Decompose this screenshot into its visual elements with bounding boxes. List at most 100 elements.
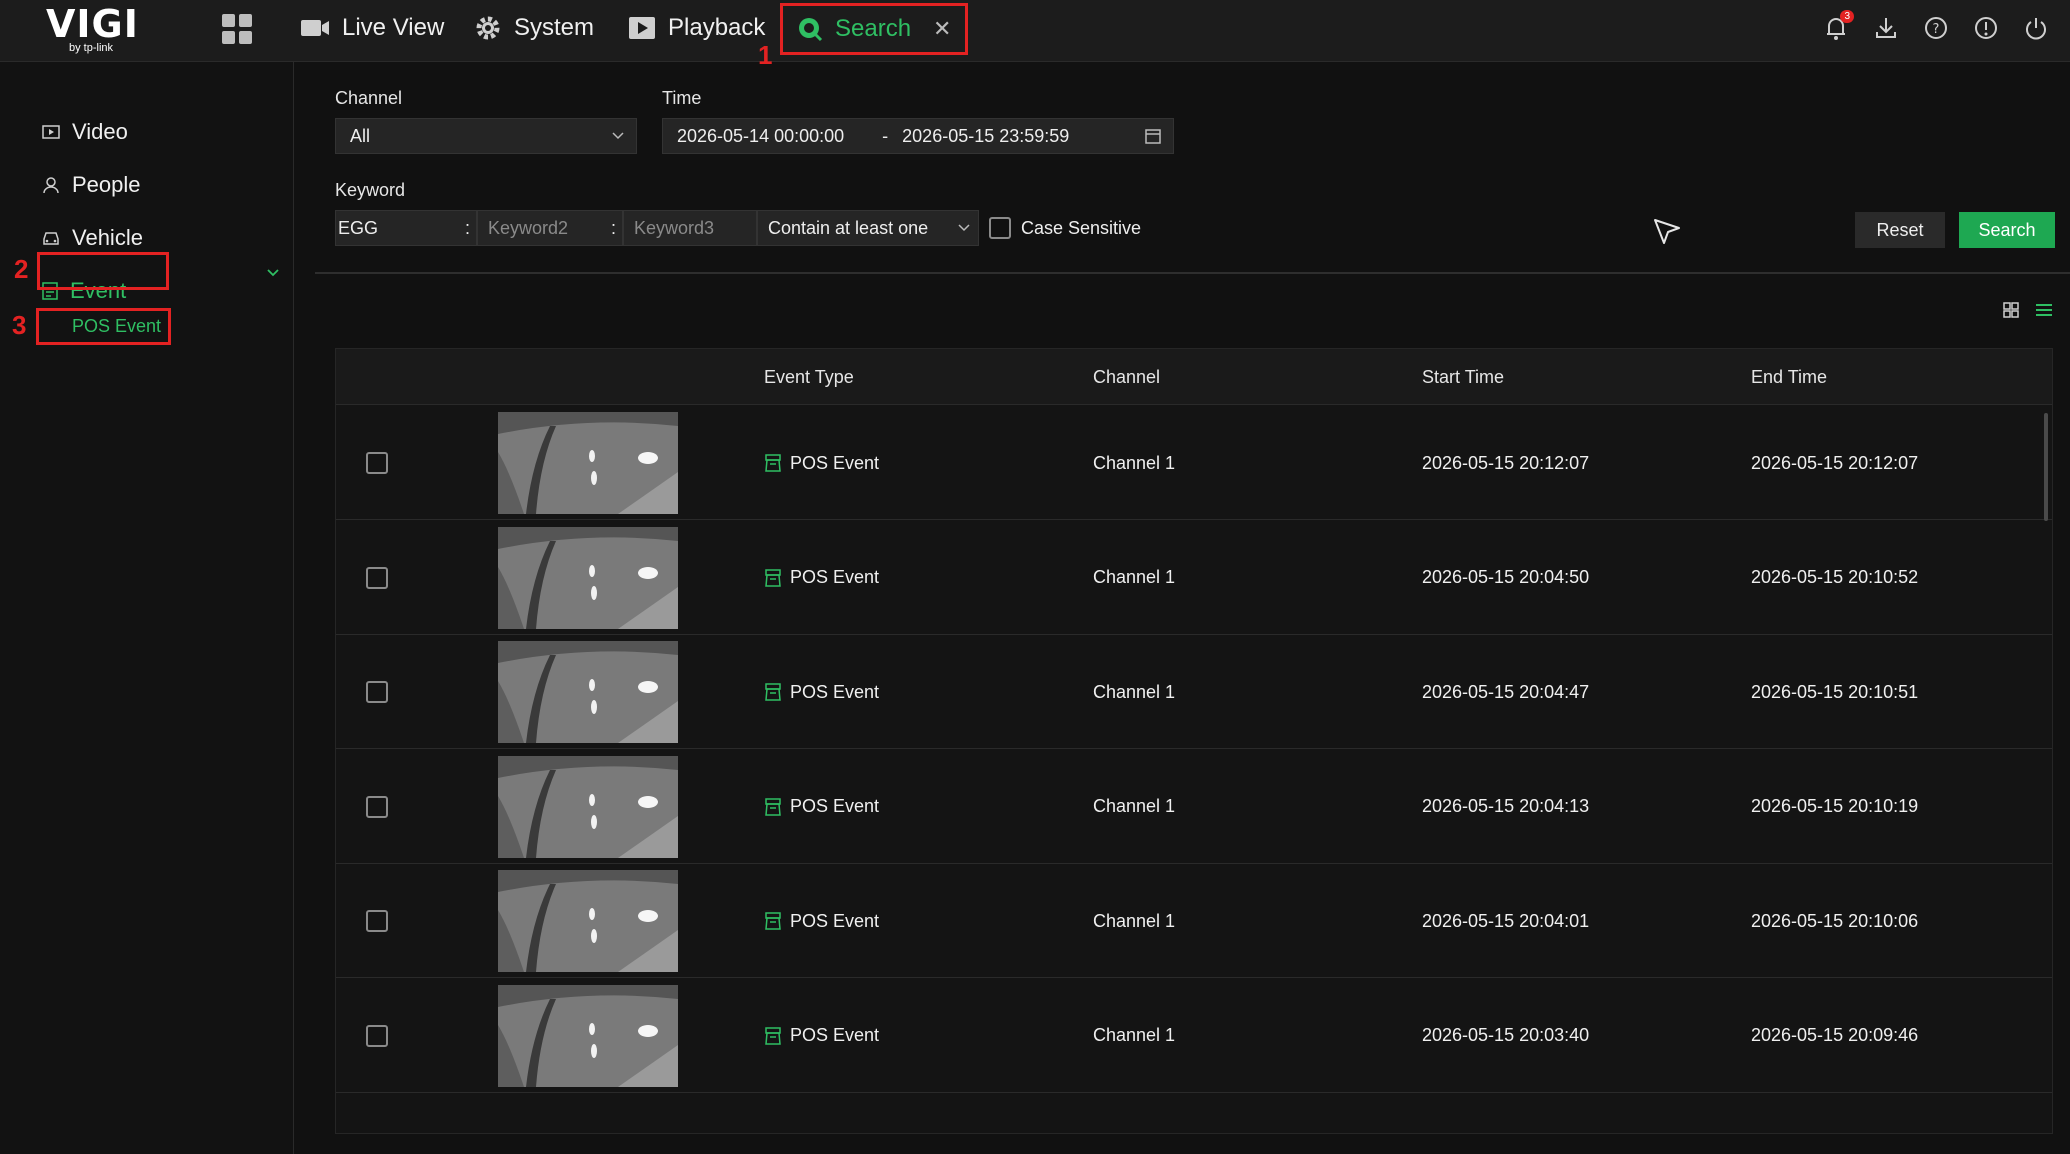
close-icon[interactable]: ✕ [933,16,951,42]
play-icon [629,17,655,39]
event-type-cell: POS Event [764,406,879,520]
time-end: 2026-05-15 23:59:59 [902,125,1070,146]
column-header-event-type: Event Type [764,366,854,387]
reset-button[interactable]: Reset [1855,212,1945,248]
row-checkbox[interactable] [366,681,388,703]
keyword2-placeholder: Keyword2 [488,217,569,238]
channel-cell: Channel 1 [1093,796,1176,816]
row-checkbox[interactable] [366,910,388,932]
channel-value: All [350,125,371,146]
cursor-pointer-icon [1654,219,1680,244]
time-range-picker[interactable]: 2026-05-14 00:00:00 - 2026-05-15 23:59:5… [662,118,1174,154]
annotation-box-event [37,252,169,290]
car-icon [43,232,59,245]
case-sensitive-checkbox[interactable] [989,217,1011,239]
table-header: Event Type Channel Start Time End Time [336,349,2052,405]
event-thumbnail[interactable] [498,641,678,743]
event-type-text: POS Event [790,1025,880,1045]
sidebar-item-label: People [72,172,141,197]
pos-register-icon [765,683,781,701]
pos-register-icon [765,797,781,816]
power-icon[interactable] [2022,14,2050,42]
tab-label: Search [835,15,912,42]
channel-select[interactable]: All [335,118,637,154]
logo-text: VIGI [46,2,139,46]
list-view-icon[interactable] [2035,302,2053,318]
grid-view-icon[interactable] [2003,302,2019,318]
table-row[interactable]: POS Event Channel 1 2026-05-15 20:04:01 202… [336,864,2052,978]
thumbnail-image [498,641,678,743]
chevron-down-icon [958,224,970,232]
row-checkbox[interactable] [366,566,388,589]
event-type-text: POS Event [790,796,880,816]
row-checkbox-cell [366,521,388,635]
download-icon[interactable] [1872,14,1900,42]
table-row[interactable]: POS Event Channel 1 2026-05-15 20:03:40 202… [336,979,2052,1093]
help-icon[interactable]: ? [1922,14,1950,42]
row-checkbox[interactable] [366,452,388,474]
tab-playback[interactable]: Playback [628,0,765,56]
event-type-text: POS Event [790,681,880,702]
event-type-cell: POS Event [764,979,879,1093]
tab-live-view[interactable]: Live View [300,0,444,56]
event-type-text: POS Event [790,910,880,931]
thumbnail-image [498,984,678,1087]
keyword1-input[interactable]: EGG : [335,210,477,246]
end-time-cell: 2026-05-15 20:10:19 [1751,796,1919,816]
tab-label: System [514,14,595,41]
event-type-text: POS Event [790,452,880,473]
channel-cell: Channel 1 [1093,681,1176,702]
table-row[interactable]: POS Event Channel 1 2026-05-15 20:04:50 202… [336,521,2052,635]
end-time-cell: 2026-05-15 20:10:06 [1751,910,1919,931]
row-checkbox[interactable] [366,795,388,818]
info-icon[interactable] [1972,14,2000,42]
column-header-start-time: Start Time [1422,366,1505,387]
search-button[interactable]: Search [1959,212,2055,248]
apps-grid-icon[interactable] [222,14,252,44]
end-time-cell: 2026-05-15 20:10:52 [1751,567,1919,587]
start-time-cell: 2026-05-15 20:04:50 [1422,567,1590,587]
tab-system[interactable]: System [474,0,594,56]
keyword-label: Keyword [335,180,406,200]
pos-register-icon [765,454,781,472]
thumbnail-image [498,755,678,858]
table-row[interactable]: POS Event Channel 1 2026-05-15 20:12:07 202… [336,406,2052,520]
sidebar-item-video[interactable]: Video [42,112,128,152]
channel-cell: Channel 1 [1093,452,1176,473]
keyword-separator: : [610,217,616,238]
match-mode-select[interactable]: Contain at least one [757,210,979,246]
chevron-down-icon[interactable] [266,268,280,278]
tab-label: Playback [668,14,766,41]
vigi-logo: VIGI by tp-link [46,2,139,56]
event-thumbnail[interactable] [498,984,678,1087]
row-checkbox[interactable] [366,1024,388,1047]
top-navigation-bar: VIGI by tp-link Live View System Playbac… [0,0,2070,70]
table-row[interactable]: POS Event Channel 1 2026-05-15 20:04:47 202… [336,635,2052,749]
start-time-cell: 2026-05-15 20:03:40 [1422,1025,1590,1045]
match-mode-value: Contain at least one [768,217,929,238]
keyword1-value: EGG [338,217,379,238]
keyword-separator: : [464,217,470,238]
end-time-cell: 2026-05-15 20:10:51 [1751,681,1919,702]
event-thumbnail[interactable] [498,870,678,972]
table-row[interactable]: POS Event Channel 1 2026-05-15 20:04:13 202… [336,750,2052,864]
row-checkbox-cell [366,750,388,864]
tab-search[interactable]: Search ✕ [780,3,969,55]
main-content: Channel All Time 2026-05-14 00:00:00 - 2… [295,62,2070,1154]
start-time-cell: 2026-05-15 20:04:47 [1422,681,1590,702]
event-thumbnail[interactable] [498,412,678,514]
keyword2-input[interactable]: Keyword2 : [477,210,623,246]
scrollbar[interactable] [2044,413,2048,521]
event-type-text: POS Event [790,567,880,587]
case-sensitive-option[interactable]: Case Sensitive [989,217,1141,239]
channel-label: Channel [335,88,403,108]
sidebar: Video People Vehicle Event 2 POS Event 3 [0,62,294,1154]
keyword3-input[interactable]: Keyword3 [623,210,757,246]
row-checkbox-cell [366,979,388,1093]
gear-icon [476,16,500,40]
event-thumbnail[interactable] [498,755,678,858]
bell-icon[interactable]: 3 [1822,10,1854,42]
sidebar-item-people[interactable]: People [42,165,141,205]
pos-register-icon [765,1026,781,1045]
event-thumbnail[interactable] [498,526,678,629]
